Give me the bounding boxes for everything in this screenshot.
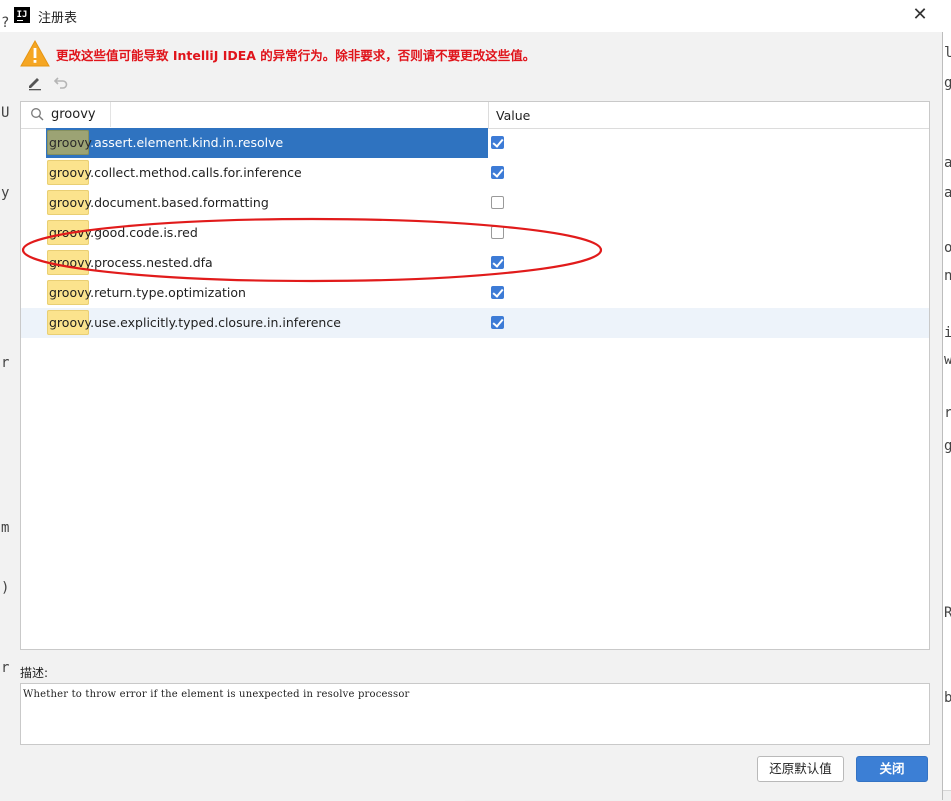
background-code-char: w (944, 352, 951, 368)
search-icon (31, 108, 44, 121)
table-row[interactable]: groovy.collect.method.calls.for.inferenc… (21, 158, 929, 188)
key-label: groovy.good.code.is.red (49, 225, 198, 240)
registry-table: Value groovy.assert.element.kind.in.reso… (20, 101, 930, 650)
table-row[interactable]: groovy.good.code.is.red (21, 218, 929, 248)
background-code-char: n (944, 268, 951, 284)
value-column-header[interactable]: Value (496, 108, 530, 123)
table-rows: groovy.assert.element.kind.in.resolve gr… (21, 128, 929, 338)
key-label: groovy.collect.method.calls.for.inferenc… (49, 165, 302, 180)
table-row[interactable]: groovy.document.based.formatting (21, 188, 929, 218)
background-code-char: o (944, 240, 951, 256)
key-cell[interactable]: groovy.use.explicitly.typed.closure.in.i… (46, 308, 488, 338)
table-row[interactable]: groovy.assert.element.kind.in.resolve (21, 128, 929, 158)
key-cell[interactable]: groovy.return.type.optimization (46, 278, 488, 308)
description-box: Whether to throw error if the element is… (20, 683, 930, 745)
restore-defaults-button[interactable]: 还原默认值 (757, 756, 844, 782)
warning-icon (20, 40, 50, 67)
warning-message: 更改这些值可能导致 IntelliJ IDEA 的异常行为。除非要求，否则请不要… (56, 48, 536, 63)
description-label: 描述: (20, 666, 49, 680)
undo-icon[interactable] (52, 73, 70, 91)
background-code-char: y (1, 185, 10, 201)
key-label: groovy.return.type.optimization (49, 285, 246, 300)
key-cell[interactable]: groovy.process.nested.dfa (46, 248, 488, 278)
value-checkbox[interactable] (491, 166, 504, 179)
close-button[interactable]: 关闭 (856, 756, 928, 782)
background-code-char: ? (1, 15, 10, 31)
value-checkbox[interactable] (491, 316, 504, 329)
value-checkbox[interactable] (491, 286, 504, 299)
value-checkbox[interactable] (491, 196, 504, 209)
table-header: Value (21, 102, 929, 129)
table-row[interactable]: groovy.process.nested.dfa (21, 248, 929, 278)
column-divider[interactable] (488, 102, 489, 128)
description-text: Whether to throw error if the element is… (23, 689, 410, 700)
key-label: groovy.process.nested.dfa (49, 255, 213, 270)
background-code-char: a (944, 185, 951, 201)
key-label: groovy.document.based.formatting (49, 195, 269, 210)
background-code-char: U (1, 105, 10, 121)
key-cell[interactable]: groovy.good.code.is.red (46, 218, 488, 248)
search-input[interactable] (51, 105, 107, 124)
dialog-title: 注册表 (38, 11, 78, 26)
key-cell[interactable]: groovy.assert.element.kind.in.resolve (46, 128, 488, 158)
value-checkbox[interactable] (491, 226, 504, 239)
background-code-char: g (944, 75, 951, 91)
background-code-char: r (1, 660, 10, 676)
background-code-char: g (944, 438, 951, 454)
value-checkbox[interactable] (491, 136, 504, 149)
background-code-char: b (944, 690, 951, 706)
table-row[interactable]: groovy.return.type.optimization (21, 278, 929, 308)
table-row[interactable]: groovy.use.explicitly.typed.closure.in.i… (21, 308, 929, 338)
dialog-titlebar: IJ 注册表 ✕ (0, 0, 943, 32)
key-cell[interactable]: groovy.collect.method.calls.for.inferenc… (46, 158, 488, 188)
close-icon[interactable]: ✕ (910, 4, 930, 26)
background-code-char: ) (1, 580, 10, 596)
background-code-char: i (944, 325, 951, 341)
background-code-char: l (944, 45, 951, 61)
registry-dialog: IJ 注册表 ✕ 更改这些值可能导致 IntelliJ IDEA 的异常行为。除… (0, 0, 943, 800)
edit-icon[interactable] (26, 73, 44, 91)
key-label: groovy.use.explicitly.typed.closure.in.i… (49, 315, 341, 330)
background-code-char: m (1, 520, 10, 536)
key-cell[interactable]: groovy.document.based.formatting (46, 188, 488, 218)
background-code-char: r (944, 405, 951, 421)
background-code-char: a (944, 155, 951, 171)
background-code-char: R (944, 605, 951, 621)
background-code-char: r (1, 355, 10, 371)
key-label: groovy.assert.element.kind.in.resolve (49, 135, 284, 150)
value-checkbox[interactable] (491, 256, 504, 269)
intellij-app-icon: IJ (14, 7, 30, 23)
table-search[interactable] (21, 102, 111, 127)
